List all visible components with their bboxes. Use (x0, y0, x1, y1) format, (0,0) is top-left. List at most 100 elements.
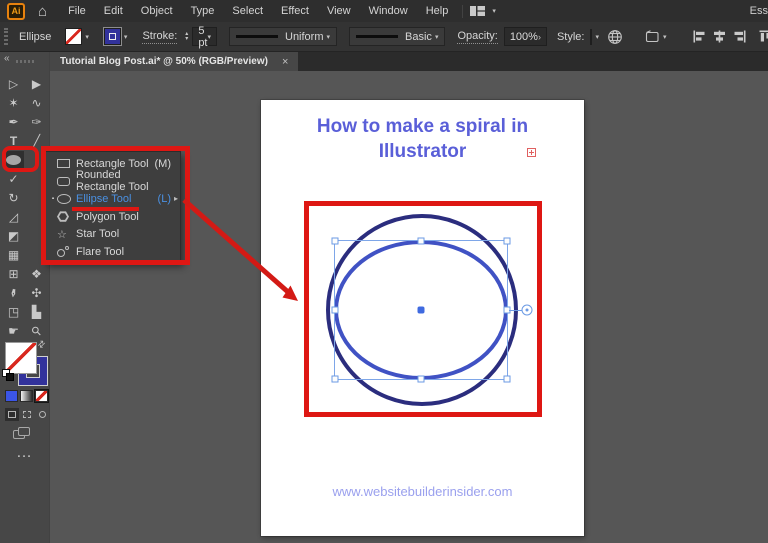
selection-center-point[interactable] (418, 307, 425, 314)
collapse-panel-icon[interactable]: « (4, 53, 10, 64)
artboard[interactable]: How to make a spiral in Illustrator www.… (261, 100, 584, 536)
align-top-icon[interactable] (759, 30, 768, 43)
draw-inside-button[interactable] (35, 408, 49, 421)
magic-wand-tool[interactable]: ✶ (4, 94, 24, 111)
edit-toolbar-button[interactable]: ... (0, 448, 50, 460)
menu-window[interactable]: Window (360, 2, 417, 20)
chevron-down-icon: ▾ (663, 33, 667, 41)
opacity-field[interactable]: 100% › (504, 27, 547, 46)
selection-handle[interactable] (332, 238, 339, 245)
graph-tool[interactable]: ▙ (27, 303, 47, 320)
selection-handle[interactable] (418, 376, 425, 383)
none-button[interactable] (35, 390, 48, 402)
rectangle-tool-icon (57, 159, 76, 168)
menu-file[interactable]: File (59, 2, 95, 20)
rotate-tool[interactable]: ↻ (4, 189, 24, 206)
menu-view[interactable]: View (318, 2, 360, 20)
lasso-tool[interactable]: ∿ (27, 94, 47, 111)
menu-help[interactable]: Help (417, 2, 458, 20)
polygon-tool-icon (57, 211, 76, 222)
tools-panel: « ▷ ▶ ✶ ∿ ✒ ✑ T ╱ ✓ (0, 52, 50, 543)
stroke-weight-field[interactable]: 5 pt ▾ (192, 27, 217, 46)
ellipse-tool-icon (57, 194, 76, 204)
home-icon[interactable]: ⌂ (38, 4, 47, 19)
direct-selection-tool[interactable]: ▶ (27, 75, 47, 92)
close-tab-icon[interactable]: × (282, 56, 288, 68)
align-left-icon[interactable] (693, 30, 706, 43)
panel-grip[interactable] (4, 28, 8, 45)
stroke-panel-link[interactable]: Stroke: (142, 30, 177, 44)
opacity-expand-icon[interactable]: › (538, 32, 541, 42)
rounded-rectangle-tool-icon (57, 177, 76, 186)
stroke-weight-stepper[interactable]: ▴ ▾ (185, 32, 188, 42)
draw-normal-button[interactable] (5, 408, 19, 421)
flyout-item-rounded-rectangle-tool[interactable]: Rounded Rectangle Tool (45, 173, 180, 191)
chevron-down-icon[interactable]: ▾ (207, 33, 211, 41)
graphic-style-swatch[interactable] (590, 29, 592, 45)
selection-handle[interactable] (504, 376, 511, 383)
menu-effect[interactable]: Effect (272, 2, 318, 20)
color-button[interactable] (5, 390, 18, 402)
selection-handle[interactable] (504, 238, 511, 245)
chevron-down-icon: ▾ (327, 33, 331, 41)
stroke-color-swatch[interactable] (104, 28, 121, 45)
default-fill-stroke-icon[interactable] (2, 369, 14, 381)
type-tool[interactable]: T (4, 132, 24, 149)
selection-handle[interactable] (332, 376, 339, 383)
chevron-down-icon[interactable]: ▾ (85, 33, 89, 41)
arrange-documents-button[interactable]: ▾ (470, 5, 501, 17)
document-tab-bar: Tutorial Blog Post.ai* @ 50% (RGB/Previe… (50, 52, 768, 71)
color-mode-buttons (5, 390, 48, 402)
recolor-artwork-icon (607, 29, 623, 45)
recolor-artwork-button[interactable] (607, 29, 623, 45)
zoom-tool[interactable]: ⚲ (27, 322, 47, 339)
line-segment-tool[interactable]: ╱ (27, 132, 47, 149)
draw-behind-button[interactable] (20, 408, 34, 421)
brush-definition-dropdown[interactable]: Basic ▾ (349, 27, 445, 46)
align-buttons (693, 30, 768, 43)
red-underline-annotation (72, 207, 139, 211)
align-horizontal-center-icon[interactable] (713, 30, 726, 43)
live-shape-widget[interactable] (522, 305, 533, 316)
scale-tool[interactable]: ◿ (4, 208, 24, 225)
change-screen-mode-button[interactable] (13, 427, 31, 440)
style-label: Style: (557, 31, 585, 43)
opacity-panel-link[interactable]: Opacity: (457, 30, 497, 44)
ellipse-tool[interactable] (4, 151, 24, 168)
stepper-down-icon[interactable]: ▾ (185, 37, 188, 42)
menu-type[interactable]: Type (182, 2, 224, 20)
menu-select[interactable]: Select (223, 2, 272, 20)
chevron-down-icon[interactable]: ▾ (595, 33, 599, 41)
shape-properties-button[interactable]: ▾ (645, 30, 672, 43)
fill-color-swatch[interactable] (65, 28, 82, 45)
menu-edit[interactable]: Edit (95, 2, 132, 20)
mesh-tool[interactable]: ⊞ (4, 265, 24, 282)
perspective-grid-tool[interactable]: ▦ (4, 246, 24, 263)
brush-preview (356, 35, 398, 38)
width-profile-preview (236, 35, 278, 38)
pen-tool[interactable]: ✒ (4, 113, 24, 130)
flyout-item-star-tool[interactable]: ☆ Star Tool (45, 225, 180, 243)
selection-handle[interactable] (418, 238, 425, 245)
flyout-item-flare-tool[interactable]: Flare Tool (45, 243, 180, 261)
hand-tool[interactable]: ☛ (4, 322, 24, 339)
selection-tool[interactable]: ▷ (4, 75, 24, 92)
curvature-tool[interactable]: ✑ (27, 113, 47, 130)
workspace-switcher[interactable]: Ess (750, 5, 768, 17)
document-tab[interactable]: Tutorial Blog Post.ai* @ 50% (RGB/Previe… (50, 52, 298, 71)
blend-tool[interactable]: ✣ (27, 284, 47, 301)
illustrator-logo-icon[interactable]: Ai (7, 3, 25, 20)
artboard-tool[interactable]: ◳ (4, 303, 24, 320)
align-right-icon[interactable] (733, 30, 746, 43)
gradient-button[interactable] (20, 390, 33, 402)
shaper-tool[interactable]: ✓ (4, 170, 24, 187)
menu-object[interactable]: Object (132, 2, 182, 20)
chevron-down-icon[interactable]: ▾ (124, 33, 128, 41)
flyout-item-ellipse-tool[interactable]: ▪ Ellipse Tool (L) (45, 190, 180, 208)
free-transform-tool[interactable]: ❖ (27, 265, 47, 282)
shape-builder-tool[interactable]: ◩ (4, 227, 24, 244)
selection-handle[interactable] (332, 307, 339, 314)
eyedropper-tool[interactable]: ✒ (4, 284, 24, 301)
panel-drag-grip[interactable] (16, 60, 34, 63)
width-profile-dropdown[interactable]: Uniform ▾ (229, 27, 337, 46)
